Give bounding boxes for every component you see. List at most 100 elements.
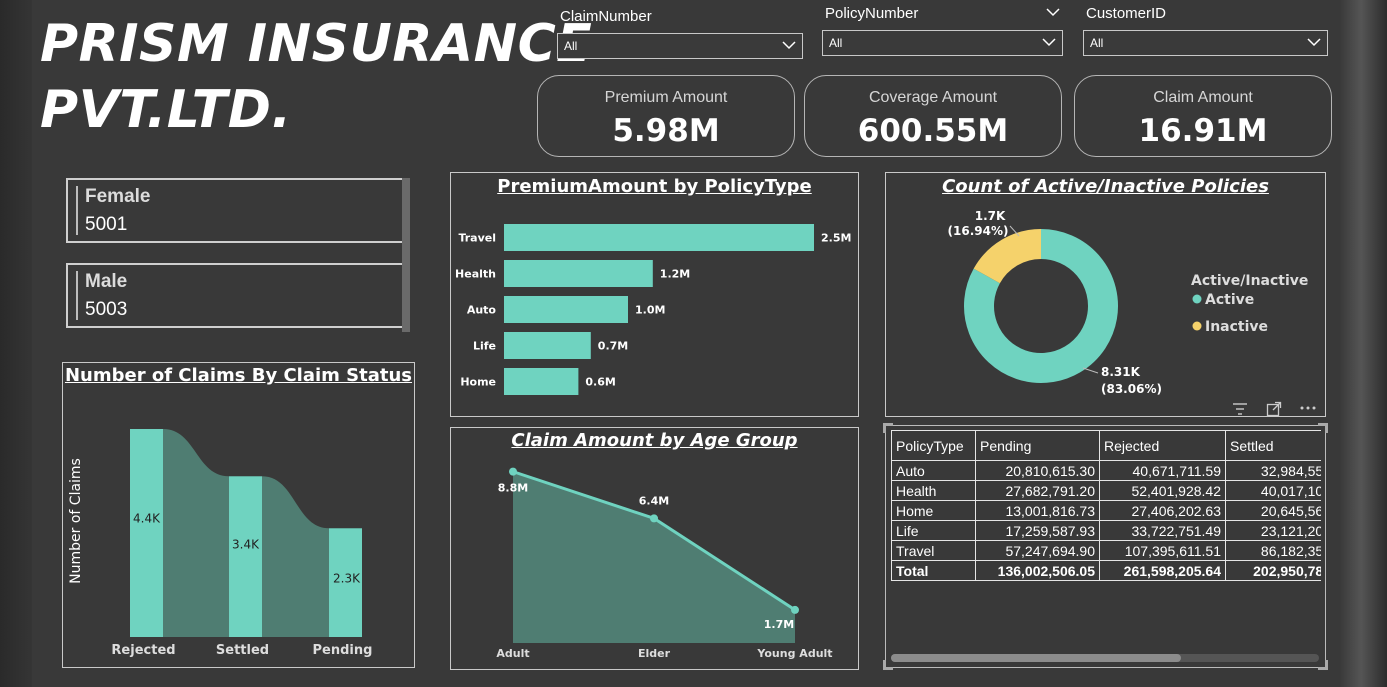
kpi-card-claim[interactable]: Claim Amount 16.91M [1074,75,1332,157]
value-cell: 261,598,205.64 [1099,560,1226,581]
cards-scrollbar[interactable] [402,178,410,332]
premium-bar-plot: Travel 2.5M Health 1.2M Auto 1.0M Life 0.7M Home… [455,224,851,395]
column-header-rejected[interactable]: Rejected [1099,430,1226,461]
canvas-edge-left [0,0,32,687]
row-header-cell: Home [891,500,976,521]
slicer-label-customerid: CustomerID [1086,5,1167,22]
column-header-policytype[interactable]: PolicyType [891,430,976,461]
category-label-adult: Adult [496,647,529,660]
more-options-icon[interactable] [1300,404,1316,412]
chevron-down-icon [1042,38,1056,47]
resize-handle[interactable] [883,660,893,670]
resize-handle[interactable] [1318,423,1328,433]
table-row[interactable]: Travel 57,247,694.90 107,395,611.51 86,182,… [891,540,1321,561]
value-cell: 17,259,587.93 [975,520,1100,541]
bar-travel [504,224,814,251]
legend-marker-active [1192,294,1202,304]
collapse-chevron-icon[interactable] [1046,6,1060,18]
column-header-settled[interactable]: Settled [1225,430,1321,461]
card-label: Male [85,271,128,292]
resize-handle[interactable] [883,423,893,433]
slicer-label-policynumber: PolicyNumber [825,5,919,22]
data-label-health: 1.2M [660,268,690,281]
data-label-pending: 2.3K [333,572,361,586]
kpi-card-coverage[interactable]: Coverage Amount 600.55M [804,75,1062,157]
slicer-label-claimnumber: ClaimNumber [560,8,652,25]
card-value: 5001 [85,214,128,235]
y-axis-title: Number of Claims [68,458,84,584]
value-cell: 32,984,558 [1225,460,1321,481]
value-cell: 136,002,506.05 [975,560,1100,581]
legend-marker-inactive [1192,321,1202,331]
gender-card-male[interactable]: Male 5003 [66,263,410,328]
data-label-auto: 1.0M [635,304,665,317]
gender-card-female[interactable]: Female 5001 [66,178,410,243]
data-point-young-adult [791,605,799,614]
data-label-travel: 2.5M [821,232,851,245]
category-label-pending: Pending [313,643,373,658]
data-point-adult [509,467,517,476]
donut-plot: 8.31K (83.06%) 1.7K(16.94%) Active/Inactive… [948,209,1309,396]
total-row[interactable]: Total 136,002,506.05 261,598,205.64 202,950… [891,560,1321,581]
bar-health [504,260,653,287]
kpi-label: Claim Amount [1153,89,1253,106]
value-cell: 33,722,751.49 [1099,520,1226,541]
horizontal-scrollbar[interactable] [891,654,1319,662]
table-row[interactable]: Life17,259,587.9333,722,751.4923,121,204 [891,520,1321,541]
claim-by-agegroup-chart[interactable]: Claim Amount by Age Group 8.8M Adult 6.4M E… [450,427,859,670]
area-plot: 8.8M Adult 6.4M Elder 1.7M Young Adult [496,467,833,660]
slicer-customerid-value: All [1090,36,1104,50]
slicer-policynumber-value: All [829,36,843,50]
slicer-customerid-dropdown[interactable]: All [1083,30,1328,56]
kpi-value: 5.98M [612,113,720,149]
data-label-life: 0.7M [598,340,628,353]
legend-label-inactive: Inactive [1205,319,1268,335]
table-row[interactable]: Health 27,682,791.20 52,401,928.42 40,017,1… [891,480,1321,501]
data-label-elder: 6.4M [639,494,669,507]
canvas-edge-right [1340,0,1387,687]
kpi-label: Premium Amount [604,89,728,106]
ribbon-plot: 4.4K Rejected 3.4K Settled 2.3K Pending Number… [68,429,373,658]
resize-handle[interactable] [1318,660,1328,670]
matrix-header-row: PolicyType Pending Rejected Settled [891,430,1321,461]
focus-mode-icon[interactable] [1266,401,1282,417]
bar-rejected [130,429,163,637]
slicer-policynumber-dropdown[interactable]: All [822,30,1063,56]
slice-value-active: 8.31K [1101,365,1141,379]
report-title-line1: PRISM INSURANCE [40,14,593,74]
table-row[interactable]: Home13,001,816.7327,406,202.6320,645,568 [891,500,1321,521]
slicer-claimnumber-dropdown[interactable]: All [557,33,803,59]
data-label-rejected: 4.4K [133,512,161,526]
premium-by-policytype-chart[interactable]: PremiumAmount by PolicyType Travel 2.5M He… [450,172,859,417]
row-header-cell: Life [891,520,976,541]
row-header-cell: Travel [891,540,976,561]
filter-icon[interactable] [1232,402,1248,416]
row-header-cell: Total [891,560,976,581]
category-label-elder: Elder [638,647,671,660]
category-label-travel: Travel [458,232,496,245]
active-inactive-donut-chart[interactable]: Count of Active/Inactive Policies 8.31K(… [885,172,1326,417]
claims-by-status-chart[interactable]: Number of Claims By Claim Status 4.4K Rej… [62,362,415,668]
table-row[interactable]: Auto20,810,615.3040,671,711.5932,984,558 [891,460,1321,481]
value-cell: 13,001,816.73 [975,500,1100,521]
kpi-value: 600.55M [857,113,1009,149]
category-label-home: Home [460,376,496,389]
legend-title: Active/Inactive [1191,273,1308,289]
slice-percent-active: (83.06%) [1101,382,1162,396]
donut-slice-inactive [973,229,1042,284]
chevron-down-icon [782,41,796,50]
legend-label-active: Active [1205,292,1254,308]
scrollbar-thumb[interactable] [891,654,1181,662]
card-value: 5003 [85,299,128,320]
kpi-card-premium[interactable]: Premium Amount 5.98M [537,75,795,157]
value-cell: 27,406,202.63 [1099,500,1226,521]
category-label-young-adult: Young Adult [756,647,832,660]
category-label-auto: Auto [467,304,497,317]
matrix-viewport: PolicyType Pending Rejected Settled Auto 20,… [891,430,1321,648]
column-header-pending[interactable]: Pending [975,430,1100,461]
policytype-matrix[interactable]: PolicyType Pending Rejected Settled Auto 20,… [883,423,1328,670]
data-point-elder [650,514,658,523]
kpi-label: Coverage Amount [868,89,998,106]
value-cell: 202,950,786 [1225,560,1321,581]
bar-life [504,332,591,359]
